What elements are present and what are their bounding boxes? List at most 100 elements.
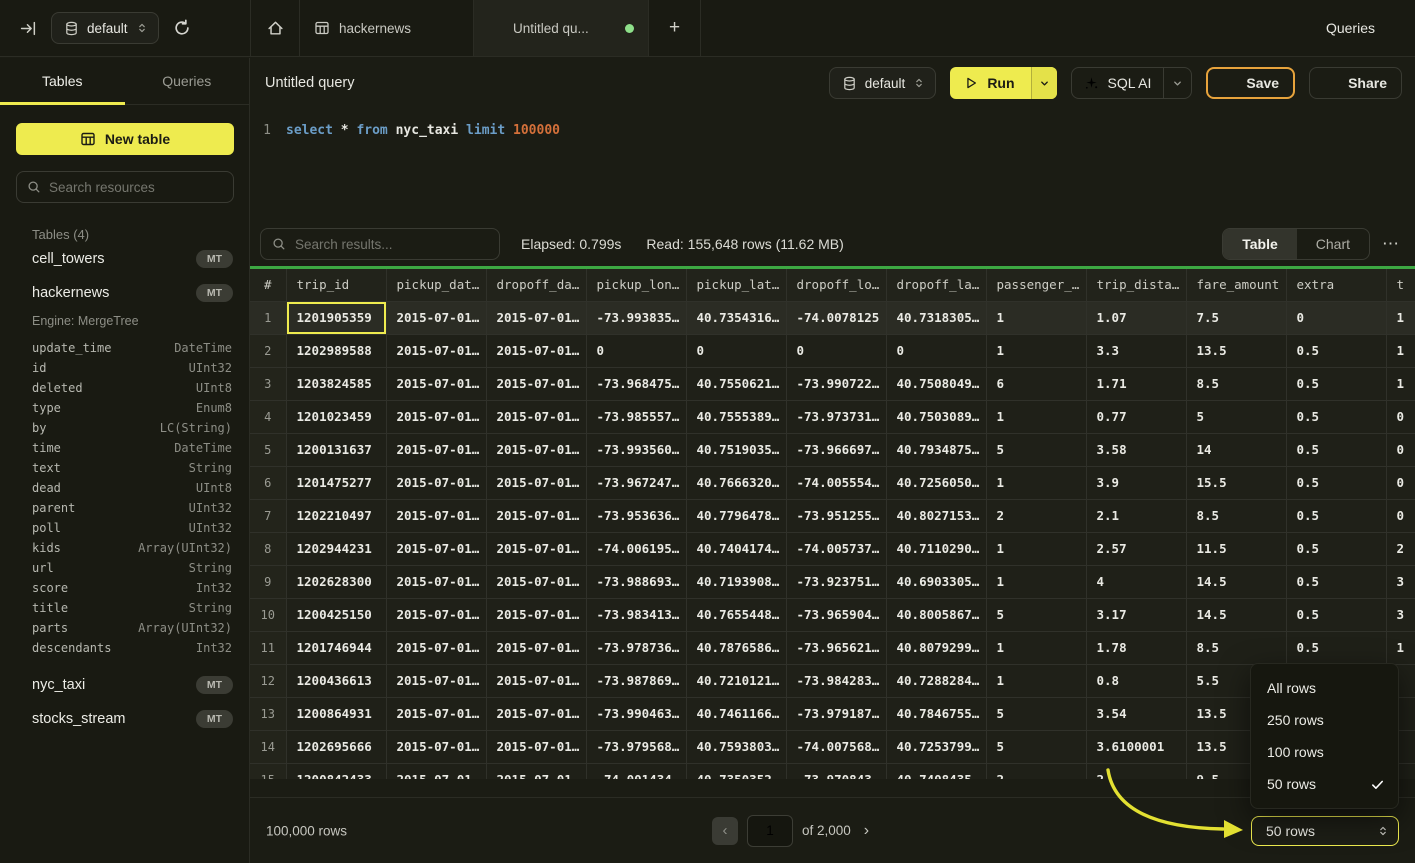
- table-cell[interactable]: 0.5: [1286, 400, 1386, 433]
- table-cell[interactable]: 2015-07-01…: [486, 334, 586, 367]
- table-cell[interactable]: 0: [886, 334, 986, 367]
- table-cell[interactable]: -74.005554…: [786, 466, 886, 499]
- table-cell[interactable]: 1202628300: [286, 565, 386, 598]
- table-cell[interactable]: 1: [1386, 631, 1415, 664]
- table-cell[interactable]: 0: [586, 334, 686, 367]
- table-cell[interactable]: 40.7193908…: [686, 565, 786, 598]
- table-cell[interactable]: 1200864931: [286, 697, 386, 730]
- column-header[interactable]: fare_amount: [1186, 269, 1286, 301]
- table-cell[interactable]: 40.6903305…: [886, 565, 986, 598]
- table-cell[interactable]: -73.990722…: [786, 367, 886, 400]
- table-cell[interactable]: -74.005737…: [786, 532, 886, 565]
- table-cell[interactable]: 1: [986, 466, 1086, 499]
- table-cell[interactable]: 2015-07-01…: [486, 664, 586, 697]
- table-cell[interactable]: -73.966697…: [786, 433, 886, 466]
- table-cell[interactable]: 0.77: [1086, 400, 1186, 433]
- table-cell[interactable]: 1: [986, 565, 1086, 598]
- table-cell[interactable]: 5: [986, 433, 1086, 466]
- table-cell[interactable]: 0: [686, 334, 786, 367]
- page-size-option[interactable]: 100 rows: [1251, 736, 1398, 768]
- table-cell[interactable]: 2015-07-01…: [386, 433, 486, 466]
- table-cell[interactable]: 1200436613: [286, 664, 386, 697]
- table-cell[interactable]: 1: [986, 400, 1086, 433]
- table-cell[interactable]: 1: [1386, 301, 1415, 334]
- table-cell[interactable]: 2015-07-01…: [486, 565, 586, 598]
- table-cell[interactable]: 40.7796478…: [686, 499, 786, 532]
- table-cell[interactable]: 40.7408435: [886, 763, 986, 779]
- table-cell[interactable]: 0.5: [1286, 598, 1386, 631]
- table-cell[interactable]: 15.5: [1186, 466, 1286, 499]
- table-cell[interactable]: 40.7503089…: [886, 400, 986, 433]
- table-cell[interactable]: 1202989588: [286, 334, 386, 367]
- table-cell[interactable]: 0: [1386, 499, 1415, 532]
- column-header[interactable]: dropoff_da…: [486, 269, 586, 301]
- column-header[interactable]: #: [250, 269, 286, 301]
- more-options-button[interactable]: ⋯: [1380, 234, 1402, 254]
- table-cell[interactable]: 4: [1086, 565, 1186, 598]
- sql-ai-main[interactable]: SQL AI: [1072, 68, 1164, 98]
- table-cell[interactable]: 1: [1386, 367, 1415, 400]
- table-cell[interactable]: 0.5: [1286, 367, 1386, 400]
- table-cell[interactable]: 1.71: [1086, 367, 1186, 400]
- prev-page-button[interactable]: ‹: [712, 817, 738, 845]
- table-cell[interactable]: -73.979187…: [786, 697, 886, 730]
- table-cell[interactable]: 1: [986, 301, 1086, 334]
- table-cell[interactable]: -73.953636…: [586, 499, 686, 532]
- table-cell[interactable]: 40.7253799…: [886, 730, 986, 763]
- page-size-option[interactable]: 50 rows: [1251, 768, 1398, 800]
- table-cell[interactable]: 1203824585: [286, 367, 386, 400]
- column-header[interactable]: trip_id: [286, 269, 386, 301]
- table-cell[interactable]: 2015-07-01…: [486, 499, 586, 532]
- table-cell[interactable]: 0.5: [1286, 565, 1386, 598]
- page-size-select[interactable]: 50 rows: [1251, 816, 1399, 846]
- table-cell[interactable]: -73.993560…: [586, 433, 686, 466]
- table-cell[interactable]: 3.3: [1086, 334, 1186, 367]
- share-button[interactable]: Share: [1309, 67, 1402, 99]
- database-selector[interactable]: default: [51, 12, 159, 44]
- table-cell[interactable]: 14.5: [1186, 598, 1286, 631]
- table-cell[interactable]: 13.5: [1186, 334, 1286, 367]
- table-cell[interactable]: 1: [986, 532, 1086, 565]
- table-cell[interactable]: 1200131637: [286, 433, 386, 466]
- sql-ai-caret[interactable]: [1163, 68, 1191, 98]
- table-cell[interactable]: 1201905359: [286, 301, 386, 334]
- table-cell[interactable]: 40.7461166…: [686, 697, 786, 730]
- table-cell[interactable]: -73.973731…: [786, 400, 886, 433]
- table-cell[interactable]: 5: [986, 697, 1086, 730]
- table-cell[interactable]: 0: [1386, 400, 1415, 433]
- table-cell[interactable]: 2015-07-01…: [386, 598, 486, 631]
- table-cell[interactable]: 0: [1286, 301, 1386, 334]
- table-cell[interactable]: 5: [986, 598, 1086, 631]
- table-cell[interactable]: 3.54: [1086, 697, 1186, 730]
- table-cell[interactable]: 7.5: [1186, 301, 1286, 334]
- table-cell[interactable]: -73.983413…: [586, 598, 686, 631]
- table-cell[interactable]: -73.970843: [786, 763, 886, 779]
- save-button[interactable]: Save: [1206, 67, 1295, 99]
- next-page-button[interactable]: ›: [860, 822, 873, 840]
- table-cell[interactable]: 2015-07-01…: [386, 664, 486, 697]
- column-header[interactable]: passenger_…: [986, 269, 1086, 301]
- table-cell[interactable]: 2015-07-01…: [386, 367, 486, 400]
- table-cell[interactable]: 1200425150: [286, 598, 386, 631]
- table-cell[interactable]: 1: [986, 664, 1086, 697]
- table-cell[interactable]: 40.7519035…: [686, 433, 786, 466]
- table-cell[interactable]: 1202695666: [286, 730, 386, 763]
- table-cell[interactable]: -74.006195…: [586, 532, 686, 565]
- table-cell[interactable]: 0.5: [1286, 532, 1386, 565]
- table-cell[interactable]: 2015-07-01: [486, 763, 586, 779]
- run-options-caret[interactable]: [1031, 67, 1057, 99]
- table-cell[interactable]: 5: [1186, 400, 1286, 433]
- table-cell[interactable]: 0: [786, 334, 886, 367]
- view-toggle-table[interactable]: Table: [1223, 229, 1297, 259]
- table-cell[interactable]: 40.7666320…: [686, 466, 786, 499]
- page-number-input[interactable]: [747, 815, 793, 847]
- table-cell[interactable]: 40.7846755…: [886, 697, 986, 730]
- run-button-main[interactable]: Run: [950, 67, 1030, 99]
- tab-untitled-query[interactable]: Untitled qu...: [474, 0, 649, 56]
- table-cell[interactable]: 2: [986, 499, 1086, 532]
- table-cell[interactable]: 2015-07-01…: [386, 499, 486, 532]
- table-cell[interactable]: 1: [1386, 334, 1415, 367]
- table-cell[interactable]: 2: [986, 763, 1086, 779]
- table-cell[interactable]: 11.5: [1186, 532, 1286, 565]
- table-cell[interactable]: 2: [1386, 532, 1415, 565]
